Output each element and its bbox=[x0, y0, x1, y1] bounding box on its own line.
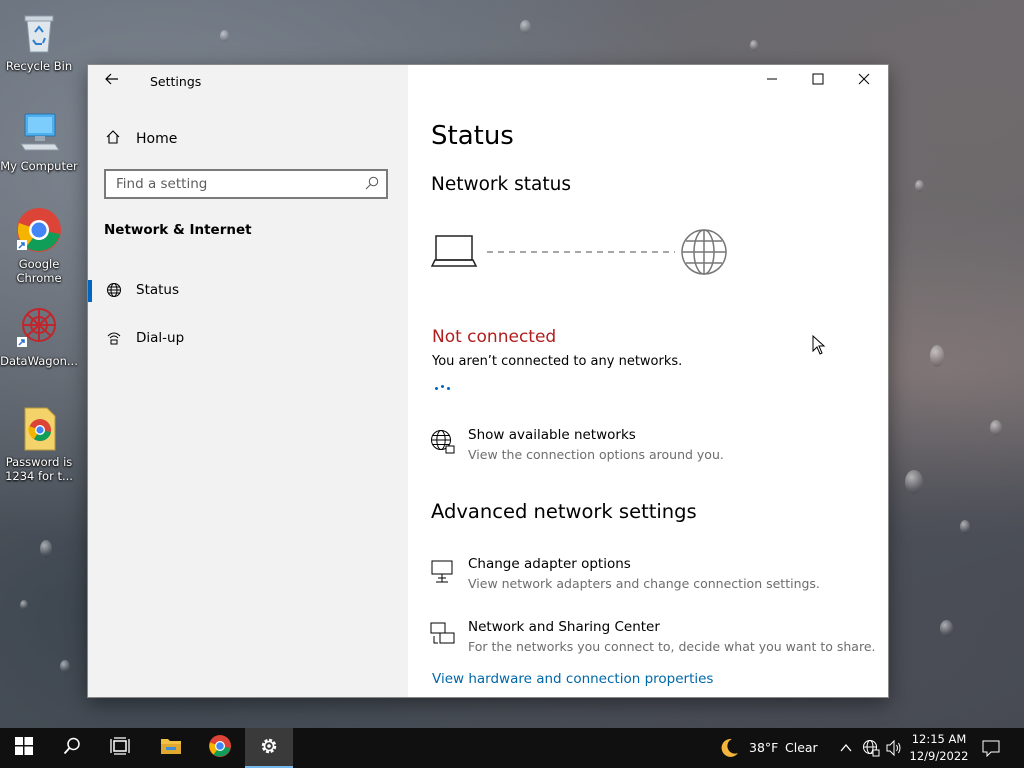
mouse-cursor-icon bbox=[812, 334, 826, 355]
desktop-icon-label: DataWagon... bbox=[0, 354, 78, 368]
taskbar-clock[interactable]: 12:15 AM 12/9/2022 bbox=[906, 731, 972, 765]
moon-icon bbox=[718, 737, 740, 763]
option-desc: View the connection options around you. bbox=[468, 447, 724, 462]
search-icon bbox=[364, 175, 380, 191]
chrome-icon bbox=[15, 206, 63, 254]
start-icon bbox=[15, 737, 33, 759]
connection-state: Not connected bbox=[432, 327, 557, 347]
taskbar-settings[interactable] bbox=[245, 728, 293, 768]
weather-temp: 38°F bbox=[749, 740, 779, 755]
sidebar-item-status[interactable]: Status bbox=[88, 272, 408, 308]
window-title: Settings bbox=[150, 74, 202, 89]
desktop-icon-password-file[interactable]: Password is 1234 for t... bbox=[0, 404, 78, 483]
task-view-icon bbox=[110, 737, 130, 759]
desktop-icon-label: Google Chrome bbox=[16, 257, 62, 285]
chevron-up-icon[interactable] bbox=[839, 740, 853, 759]
minimize-icon bbox=[766, 73, 778, 89]
back-arrow-icon bbox=[105, 71, 119, 90]
sharing-center-icon bbox=[430, 621, 456, 647]
taskbar: 38°F Clear 12:15 AM 12/9/2022 bbox=[0, 728, 1024, 768]
weather-condition: Clear bbox=[785, 740, 818, 755]
settings-gear-icon bbox=[259, 736, 279, 760]
computer-icon bbox=[15, 108, 63, 156]
taskbar-file-explorer[interactable] bbox=[147, 728, 195, 768]
search-icon bbox=[63, 737, 81, 759]
adapter-monitor-icon bbox=[430, 558, 456, 584]
datawagon-icon bbox=[15, 303, 63, 351]
option-desc: For the networks you connect to, decide … bbox=[468, 639, 876, 654]
nav-home[interactable]: Home bbox=[104, 127, 177, 151]
option-title: Network and Sharing Center bbox=[468, 619, 660, 635]
notifications-icon[interactable] bbox=[982, 739, 1000, 761]
settings-window: Settings Home Network & Internet Status bbox=[88, 65, 888, 697]
speaker-icon[interactable] bbox=[885, 739, 903, 761]
navigation-pane: Settings Home Network & Internet Status bbox=[88, 65, 408, 697]
taskbar-chrome[interactable] bbox=[196, 728, 244, 768]
laptop-icon bbox=[430, 235, 478, 267]
search-box[interactable] bbox=[104, 169, 388, 199]
chrome-document-icon bbox=[15, 404, 63, 452]
minimize-button[interactable] bbox=[749, 65, 795, 97]
sidebar-item-dial-up[interactable]: Dial-up bbox=[88, 320, 408, 356]
internet-globe-icon bbox=[681, 229, 727, 275]
sidebar-item-label: Dial-up bbox=[136, 330, 185, 346]
network-globe-icon bbox=[430, 429, 456, 455]
loading-spinner bbox=[435, 385, 455, 393]
taskbar-search-button[interactable] bbox=[48, 728, 96, 768]
close-icon bbox=[858, 73, 870, 89]
desktop-icon-datawagon[interactable]: DataWagon... bbox=[0, 303, 78, 368]
desktop-icon-label: My Computer bbox=[0, 159, 78, 173]
start-button[interactable] bbox=[0, 728, 48, 768]
recycle-bin-icon bbox=[15, 8, 63, 56]
desktop-icon-google-chrome[interactable]: Google Chrome bbox=[0, 206, 78, 285]
home-icon bbox=[104, 129, 122, 149]
search-input[interactable] bbox=[106, 171, 356, 197]
desktop-icon-recycle-bin[interactable]: Recycle Bin bbox=[0, 8, 78, 73]
network-tray-icon[interactable] bbox=[862, 739, 880, 761]
desktop-icon-label: Recycle Bin bbox=[5, 59, 73, 73]
back-button[interactable] bbox=[102, 69, 122, 93]
option-desc: View network adapters and change connect… bbox=[468, 576, 820, 591]
desktop-icon-label: Password is 1234 for t... bbox=[5, 455, 73, 483]
clock-date: 12/9/2022 bbox=[909, 749, 969, 763]
network-status-heading: Network status bbox=[431, 174, 571, 195]
hardware-properties-link[interactable]: View hardware and connection properties bbox=[432, 671, 713, 687]
option-title: Change adapter options bbox=[468, 556, 631, 572]
clock-time: 12:15 AM bbox=[911, 732, 967, 746]
page-title: Status bbox=[431, 121, 514, 151]
maximize-icon bbox=[812, 73, 824, 89]
task-view-button[interactable] bbox=[96, 728, 144, 768]
sidebar-item-label: Status bbox=[136, 282, 180, 298]
close-button[interactable] bbox=[841, 65, 887, 97]
content-pane: Status Network status Not connected You … bbox=[408, 65, 888, 697]
file-explorer-icon bbox=[160, 736, 182, 760]
option-title: Show available networks bbox=[468, 427, 636, 443]
network-diagram bbox=[430, 228, 731, 280]
dialup-icon bbox=[104, 330, 124, 346]
nav-home-label: Home bbox=[136, 131, 178, 147]
desktop-icon-my-computer[interactable]: My Computer bbox=[0, 108, 78, 173]
connection-description: You aren’t connected to any networks. bbox=[432, 354, 683, 369]
chrome-icon bbox=[208, 734, 232, 762]
globe-icon bbox=[104, 282, 124, 298]
nav-section-title: Network & Internet bbox=[104, 222, 252, 238]
advanced-settings-heading: Advanced network settings bbox=[431, 500, 697, 523]
maximize-button[interactable] bbox=[795, 65, 841, 97]
